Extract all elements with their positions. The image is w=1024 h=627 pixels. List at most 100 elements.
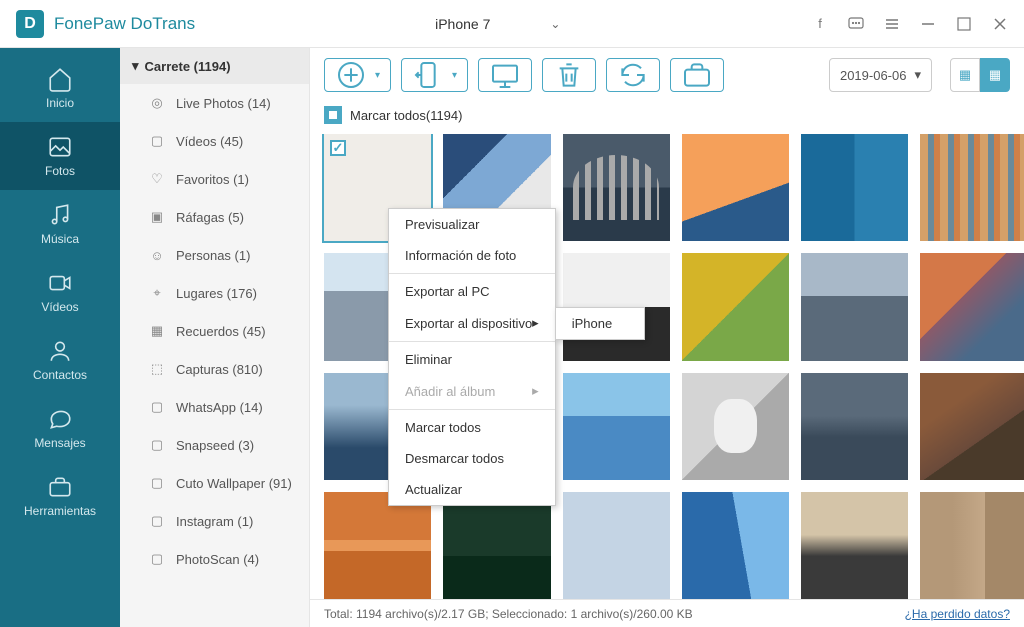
tree-item-cutowallpaper[interactable]: ▢Cuto Wallpaper (91) — [120, 464, 309, 502]
view-large-button[interactable]: ▦ — [950, 58, 980, 92]
photo-thumbnail[interactable] — [563, 134, 670, 241]
photo-thumbnail[interactable] — [920, 373, 1024, 480]
tree-item-snapseed[interactable]: ▢Snapseed (3) — [120, 426, 309, 464]
ctx-preview[interactable]: Previsualizar — [389, 209, 555, 240]
tree-item-places[interactable]: ⌖Lugares (176) — [120, 274, 309, 312]
minimize-icon[interactable] — [920, 16, 936, 32]
menu-icon[interactable] — [884, 16, 900, 32]
close-icon[interactable] — [992, 16, 1008, 32]
photo-thumbnail[interactable] — [682, 253, 789, 360]
ctx-export-device[interactable]: Exportar al dispositivo ▸ iPhone — [389, 307, 555, 339]
tree-item-whatsapp[interactable]: ▢WhatsApp (14) — [120, 388, 309, 426]
export-pc-button[interactable] — [478, 58, 532, 92]
tree-item-screenshots[interactable]: ⬚Capturas (810) — [120, 350, 309, 388]
app-logo: D — [16, 10, 44, 38]
burst-icon: ▣ — [148, 208, 166, 226]
nav-contacts[interactable]: Contactos — [0, 326, 120, 394]
maximize-icon[interactable] — [956, 16, 972, 32]
photo-thumbnail[interactable] — [801, 134, 908, 241]
photo-thumbnail[interactable] — [920, 253, 1024, 360]
photo-thumbnail[interactable] — [682, 134, 789, 241]
ctx-export-pc[interactable]: Exportar al PC — [389, 276, 555, 307]
caret-down-icon: ▾ — [452, 70, 457, 81]
tree-item-people[interactable]: ☺Personas (1) — [120, 236, 309, 274]
tree-item-instagram[interactable]: ▢Instagram (1) — [120, 502, 309, 540]
folder-icon: ▢ — [148, 474, 166, 492]
nav-messages[interactable]: Mensajes — [0, 394, 120, 462]
caret-down-icon: ▾ — [375, 70, 380, 81]
sidebar: Inicio Fotos Música Vídeos Contactos Men… — [0, 48, 120, 627]
toolbox-icon — [47, 474, 73, 500]
home-icon — [47, 66, 73, 92]
screenshot-icon: ⬚ — [148, 360, 166, 378]
livephotos-icon: ◎ — [148, 94, 166, 112]
toolbox-button[interactable] — [670, 58, 724, 92]
photo-thumbnail[interactable] — [920, 492, 1024, 599]
ctx-sub-iphone[interactable]: iPhone — [556, 308, 644, 339]
photo-thumbnail[interactable] — [801, 492, 908, 599]
feedback-icon[interactable] — [848, 16, 864, 32]
video-icon: ▢ — [148, 132, 166, 150]
chevron-right-icon: ▸ — [532, 383, 539, 399]
ctx-add-album[interactable]: Añadir al álbum▸ — [389, 375, 555, 407]
photo-thumbnail[interactable] — [801, 253, 908, 360]
ctx-info[interactable]: Información de foto — [389, 240, 555, 271]
contacts-icon — [47, 338, 73, 364]
date-filter[interactable]: 2019-06-06▾ — [829, 58, 932, 92]
ctx-delete[interactable]: Eliminar — [389, 344, 555, 375]
ctx-refresh[interactable]: Actualizar — [389, 474, 555, 505]
nav-photos[interactable]: Fotos — [0, 122, 120, 190]
caret-down-icon: ▾ — [132, 58, 139, 74]
messages-icon — [47, 406, 73, 432]
nav-music[interactable]: Música — [0, 190, 120, 258]
app-title: FonePaw DoTrans — [54, 14, 195, 34]
titlebar: D FonePaw DoTrans iPhone 7 ⌄ f — [0, 0, 1024, 48]
tree-header[interactable]: ▾ Carrete (1194) — [120, 48, 309, 84]
music-icon — [47, 202, 73, 228]
photo-thumbnail[interactable] — [443, 492, 550, 599]
heart-icon: ♡ — [148, 170, 166, 188]
folder-icon: ▢ — [148, 550, 166, 568]
photo-thumbnail[interactable] — [324, 492, 431, 599]
toolbar: ▾ ▾ 2019-06-06▾ ▦ ▦ — [310, 48, 1024, 102]
folder-icon: ▢ — [148, 512, 166, 530]
photo-thumbnail[interactable] — [801, 373, 908, 480]
select-all-row[interactable]: Marcar todos(1194) — [310, 102, 1024, 134]
thumb-checkbox[interactable] — [330, 140, 346, 156]
nav-tools[interactable]: Herramientas — [0, 462, 120, 530]
location-icon: ⌖ — [148, 284, 166, 302]
nav-home[interactable]: Inicio — [0, 54, 120, 122]
tree-item-photoscan[interactable]: ▢PhotoScan (4) — [120, 540, 309, 578]
context-menu: Previsualizar Información de foto Export… — [388, 208, 556, 506]
folder-icon: ▢ — [148, 398, 166, 416]
device-selector[interactable]: iPhone 7 ⌄ — [425, 16, 560, 32]
export-device-button[interactable]: ▾ — [401, 58, 468, 92]
photos-icon — [47, 134, 73, 160]
separator — [389, 341, 555, 342]
photo-thumbnail[interactable] — [682, 373, 789, 480]
ctx-unmark-all[interactable]: Desmarcar todos — [389, 443, 555, 474]
photo-thumbnail[interactable] — [920, 134, 1024, 241]
nav-videos[interactable]: Vídeos — [0, 258, 120, 326]
photo-thumbnail[interactable] — [682, 492, 789, 599]
view-small-button[interactable]: ▦ — [980, 58, 1010, 92]
delete-button[interactable] — [542, 58, 596, 92]
tree-item-favorites[interactable]: ♡Favoritos (1) — [120, 160, 309, 198]
ctx-mark-all[interactable]: Marcar todos — [389, 412, 555, 443]
device-name: iPhone 7 — [435, 16, 490, 32]
facebook-icon[interactable]: f — [812, 16, 828, 32]
refresh-button[interactable] — [606, 58, 660, 92]
tree-item-bursts[interactable]: ▣Ráfagas (5) — [120, 198, 309, 236]
select-all-checkbox[interactable] — [324, 106, 342, 124]
lost-data-link[interactable]: ¿Ha perdido datos? — [905, 607, 1010, 621]
add-button[interactable]: ▾ — [324, 58, 391, 92]
tree-item-videos[interactable]: ▢Vídeos (45) — [120, 122, 309, 160]
folder-icon: ▢ — [148, 436, 166, 454]
separator — [389, 273, 555, 274]
statusbar: Total: 1194 archivo(s)/2.17 GB; Seleccio… — [310, 599, 1024, 627]
photo-thumbnail[interactable] — [563, 373, 670, 480]
content-area: ▾ ▾ 2019-06-06▾ ▦ ▦ Marcar todos(1194) — [310, 48, 1024, 627]
photo-thumbnail[interactable] — [563, 492, 670, 599]
tree-item-livephotos[interactable]: ◎Live Photos (14) — [120, 84, 309, 122]
tree-item-memories[interactable]: ▦Recuerdos (45) — [120, 312, 309, 350]
